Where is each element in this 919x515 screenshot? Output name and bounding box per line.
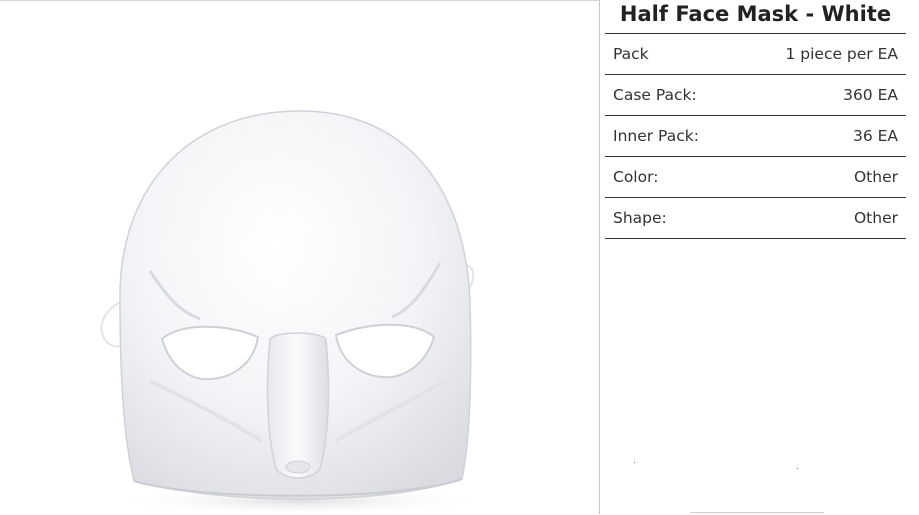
spec-row-pack: Pack 1 piece per EA [605, 34, 906, 75]
spec-row-color: Color: Other [605, 157, 906, 198]
spec-value: 1 piece per EA [785, 45, 898, 63]
product-title: Half Face Mask - White [605, 0, 906, 34]
spec-row-inner-pack: Inner Pack: 36 EA [605, 116, 906, 157]
stray-dot [634, 462, 635, 463]
product-info-panel: Half Face Mask - White Pack 1 piece per … [605, 0, 906, 239]
spec-value: Other [853, 168, 898, 186]
spec-label: Case Pack: [613, 86, 697, 104]
spec-label: Color: [613, 168, 659, 186]
spec-value: 360 EA [843, 86, 898, 104]
spec-label: Inner Pack: [613, 127, 699, 145]
spec-label: Shape: [613, 209, 667, 227]
stray-dot [797, 468, 798, 469]
spec-value: Other [853, 209, 898, 227]
spec-row-shape: Shape: Other [605, 198, 906, 239]
spec-value: 36 EA [852, 127, 898, 145]
spec-row-case-pack: Case Pack: 360 EA [605, 75, 906, 116]
product-image [100, 110, 490, 515]
spec-label: Pack [613, 45, 649, 63]
bottom-divider [690, 512, 824, 513]
product-image-panel [0, 0, 600, 515]
